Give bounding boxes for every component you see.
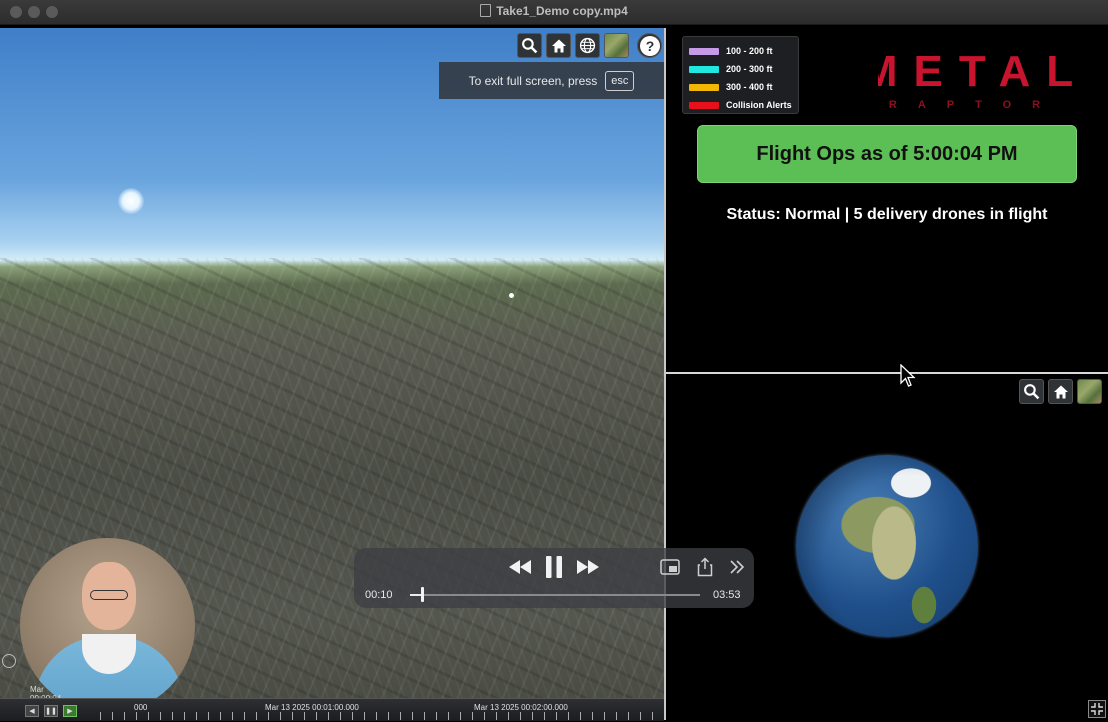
legend-item: 100 - 200 ft: [689, 42, 792, 60]
legend-item: 200 - 300 ft: [689, 60, 792, 78]
status-line: Status: Normal | 5 delivery drones in fl…: [726, 206, 1048, 223]
scrub-track[interactable]: [410, 594, 700, 596]
fullscreen-exit-toast: To exit full screen, press esc: [439, 62, 664, 99]
legend-item: 300 - 400 ft: [689, 78, 792, 96]
earth-globe[interactable]: [796, 455, 978, 637]
home-view-button[interactable]: [546, 33, 571, 58]
rewind-button[interactable]: [506, 556, 534, 578]
play-icon: ▶: [67, 708, 73, 715]
chevron-double-right-icon: [730, 560, 745, 574]
altitude-legend: 100 - 200 ft 200 - 300 ft 300 - 400 ft C…: [682, 36, 799, 114]
drone-marker: [509, 293, 514, 298]
pause-icon: [546, 556, 562, 578]
logo-subtext: RAPTOR: [889, 99, 1061, 111]
play-reverse-icon: ◀: [29, 708, 35, 715]
scene-mode-button[interactable]: [575, 33, 600, 58]
globe-search-button[interactable]: [1019, 379, 1044, 404]
navigation-help-button[interactable]: ?: [637, 33, 662, 58]
timeline-label: Mar 13 2025 00:02:00.000: [474, 703, 568, 712]
legend-swatch: [689, 65, 719, 73]
flight-ops-banner: Flight Ops as of 5:00:04 PM: [697, 125, 1077, 183]
flight-ops-title: Flight Ops as of 5:00:04 PM: [756, 142, 1018, 165]
search-icon: [1024, 384, 1040, 400]
legend-label: 200 - 300 ft: [726, 64, 773, 74]
animation-date: Mar: [30, 685, 44, 694]
home-icon: [551, 39, 566, 52]
fast-forward-icon: [577, 560, 599, 574]
fast-forward-button[interactable]: [574, 556, 602, 578]
mouse-cursor-icon: [900, 364, 916, 387]
globe-icon: [579, 37, 596, 54]
base-layer-picker-button[interactable]: [604, 33, 629, 58]
pause-icon: ❚❚: [45, 708, 57, 715]
pause-button[interactable]: [540, 553, 568, 581]
animation-pause-button[interactable]: ❚❚: [44, 705, 58, 717]
window-titlebar: Take1_Demo copy.mp4: [0, 0, 1108, 25]
elapsed-time: 00:10: [365, 589, 393, 601]
picture-in-picture-icon: [660, 559, 680, 575]
clock-icon: [2, 654, 16, 668]
globe-layer-picker-button[interactable]: [1077, 379, 1102, 404]
animation-play-button[interactable]: ▶: [63, 705, 77, 717]
logo-text: METAL: [878, 48, 1073, 96]
fullscreen-toggle-button[interactable]: [1088, 700, 1106, 718]
legend-label: Collision Alerts: [726, 100, 792, 110]
legend-swatch: [689, 83, 719, 91]
fullscreen-toast-text: To exit full screen, press: [468, 73, 598, 88]
timeline-ticks: [100, 712, 664, 720]
window-title-wrap: Take1_Demo copy.mp4: [0, 4, 1108, 18]
legend-item: Collision Alerts: [689, 96, 792, 114]
share-icon: [697, 557, 713, 577]
presenter-webcam: [20, 538, 195, 713]
document-icon: [480, 4, 492, 17]
metal-raptor-logo: METAL RAPTOR: [878, 48, 1073, 111]
legend-swatch: [689, 101, 719, 109]
sun-glow: [118, 188, 144, 214]
home-icon: [1053, 385, 1068, 398]
fullscreen-exit-icon: [1091, 703, 1103, 715]
globe-home-button[interactable]: [1048, 379, 1073, 404]
picture-in-picture-button[interactable]: [659, 557, 681, 577]
legend-swatch: [689, 47, 719, 55]
timeline-label: Mar 13 2025 00:01:00.000: [265, 703, 359, 712]
search-icon: [522, 38, 538, 54]
svg-text:?: ?: [645, 38, 654, 54]
rewind-icon: [509, 560, 531, 574]
legend-label: 300 - 400 ft: [726, 82, 773, 92]
globe-toolbar: [1019, 379, 1102, 404]
scrub-handle[interactable]: [421, 587, 424, 602]
esc-key-badge: esc: [605, 70, 635, 91]
share-button[interactable]: [695, 556, 715, 578]
timeline-start-label: 000: [134, 703, 148, 712]
legend-label: 100 - 200 ft: [726, 46, 773, 56]
geocoder-search-button[interactable]: [517, 33, 542, 58]
window-title: Take1_Demo copy.mp4: [496, 4, 628, 18]
total-duration: 03:53: [713, 589, 741, 601]
more-options-button[interactable]: [727, 558, 747, 576]
help-icon: ?: [639, 35, 660, 56]
play-reverse-button[interactable]: ◀: [25, 705, 39, 717]
presenter-glasses: [90, 590, 128, 600]
map-toolbar: ?: [517, 33, 662, 58]
